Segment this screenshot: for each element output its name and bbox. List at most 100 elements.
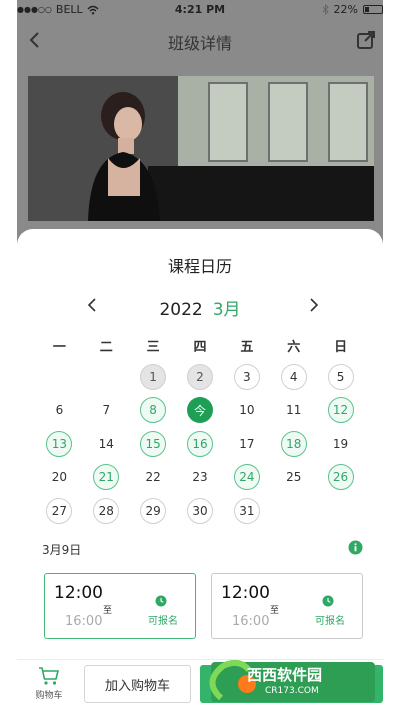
calendar-day[interactable]: 3 [233, 363, 260, 390]
month-navigation: 2022 3月 [17, 291, 383, 321]
slot-status: 可报名 [148, 616, 178, 627]
calendar-cell: 14 [83, 427, 130, 461]
calendar-cell: 12 [317, 394, 364, 428]
weekday-label: 四 [193, 340, 207, 355]
calendar-day[interactable]: 23 [187, 464, 213, 490]
page-title: 班级详情 [167, 34, 232, 53]
calendar-day-today[interactable]: 今 [186, 397, 213, 424]
calendar-cell: 2 [177, 360, 224, 394]
calendar-day[interactable]: 10 [234, 397, 260, 423]
calendar-cell: 20 [36, 461, 83, 495]
calendar-day[interactable]: 25 [281, 464, 307, 490]
calendar-day[interactable]: 27 [46, 497, 73, 524]
battery-icon [363, 5, 383, 14]
watermark-subtitle: CR173.COM [265, 686, 319, 696]
calendar-day[interactable]: 19 [328, 431, 354, 457]
calendar-day[interactable]: 16 [186, 430, 213, 457]
calendar-cell: 今 [177, 394, 224, 428]
add-to-cart-button[interactable]: 加入购物车 [84, 665, 191, 703]
banner-window [178, 76, 374, 171]
calendar-cell: 6 [36, 394, 83, 428]
slot-start-time: 12:00 [54, 583, 103, 603]
calendar-day[interactable]: 18 [280, 430, 307, 457]
slot-separator: 至 [103, 606, 113, 616]
clock-icon [155, 595, 167, 607]
time-slot-card[interactable]: 12:00 至 16:00 可报名 [211, 573, 363, 639]
calendar-cell: 4 [270, 360, 317, 394]
frame-left [0, 0, 17, 710]
calendar-cell: 28 [83, 494, 130, 528]
window-pane [208, 82, 248, 162]
calendar-day[interactable]: 30 [186, 497, 213, 524]
slot-separator: 至 [270, 606, 280, 616]
calendar-day[interactable]: 29 [140, 497, 167, 524]
slot-end-time: 16:00 [232, 614, 270, 629]
weekday-label: 三 [146, 340, 160, 355]
time-slots: 12:00 至 16:00 可报名 12:00 至 16:00 可报名 [44, 573, 363, 639]
calendar-day[interactable]: 12 [327, 397, 354, 424]
status-bar: ●●●○○ BELL 4:21 PM 22% [17, 0, 383, 20]
window-pane [268, 82, 308, 162]
calendar-day[interactable]: 31 [233, 497, 260, 524]
calendar-blank [36, 360, 83, 394]
slot-start-time: 12:00 [221, 583, 270, 603]
weekday-label: 日 [334, 340, 348, 355]
calendar-cell: 3 [223, 360, 270, 394]
calendar-cell: 18 [270, 427, 317, 461]
calendar-day[interactable]: 26 [327, 464, 354, 491]
bluetooth-icon [322, 4, 329, 15]
weekday-label: 六 [287, 340, 301, 355]
calendar-cell: 10 [223, 394, 270, 428]
time-slot-card[interactable]: 12:00 至 16:00 可报名 [44, 573, 196, 639]
weekday-label: 一 [52, 340, 66, 355]
calendar-day[interactable]: 1 [140, 363, 167, 390]
cart-tab[interactable]: 购物车 [29, 666, 69, 708]
site-watermark: 西西软件园 CR173.COM [197, 660, 377, 704]
calendar-cell: 23 [177, 461, 224, 495]
status-right: 22% [322, 3, 383, 16]
calendar-cell: 26 [317, 461, 364, 495]
calendar-day[interactable]: 22 [140, 464, 166, 490]
course-calendar-sheet: 课程日历 2022 3月 一二三四五六日 1 2 3 4 5 6 7 8 今 10 11 12 13 14 1… [17, 229, 383, 659]
calendar-cell: 5 [317, 360, 364, 394]
class-banner-image [28, 76, 374, 221]
calendar-day[interactable]: 24 [233, 464, 260, 491]
calendar-cell: 19 [317, 427, 364, 461]
calendar-day[interactable]: 17 [234, 431, 260, 457]
calendar-day[interactable]: 21 [93, 464, 120, 491]
calendar-day[interactable]: 15 [140, 430, 167, 457]
calendar-day[interactable]: 7 [93, 397, 119, 423]
share-icon[interactable] [355, 29, 377, 51]
calendar-day[interactable]: 2 [186, 363, 213, 390]
calendar-day[interactable]: 6 [46, 397, 72, 423]
watermark-title: 西西软件园 [247, 666, 323, 684]
calendar-blank [83, 360, 130, 394]
calendar-cell: 8 [130, 394, 177, 428]
calendar-day[interactable]: 8 [140, 397, 167, 424]
weekday-header: 一二三四五六日 [36, 336, 364, 355]
slot-end-time: 16:00 [65, 614, 103, 629]
calendar-day[interactable]: 14 [93, 431, 119, 457]
calendar-cell: 21 [83, 461, 130, 495]
calendar-day[interactable]: 5 [327, 363, 354, 390]
weekday-label: 二 [99, 340, 113, 355]
selected-date: 3月9日 [42, 543, 82, 557]
month-label: 2022 3月 [17, 295, 383, 320]
chevron-right-icon[interactable] [303, 295, 323, 315]
info-icon[interactable] [348, 540, 363, 555]
sheet-title: 课程日历 [167, 257, 232, 276]
calendar-day[interactable]: 20 [46, 464, 72, 490]
calendar-cell: 27 [36, 494, 83, 528]
battery-percent: 22% [333, 3, 358, 16]
calendar-day[interactable]: 13 [46, 430, 73, 457]
calendar-day[interactable]: 4 [280, 363, 307, 390]
calendar-cell: 17 [223, 427, 270, 461]
calendar-day[interactable]: 28 [93, 497, 120, 524]
calendar-cell: 24 [223, 461, 270, 495]
year-label: 2022 [159, 300, 203, 320]
calendar-cell: 30 [177, 494, 224, 528]
calendar-cell: 1 [130, 360, 177, 394]
weekday-label: 五 [240, 340, 254, 355]
calendar-day[interactable]: 11 [281, 397, 307, 423]
calendar-cell: 22 [130, 461, 177, 495]
